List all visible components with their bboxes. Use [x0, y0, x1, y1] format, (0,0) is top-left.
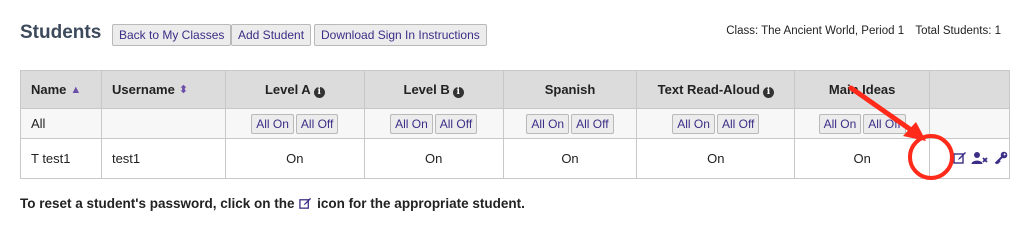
column-label: Level B — [403, 81, 450, 97]
column-label: Name — [31, 82, 67, 97]
column-header-spanish: Spanish — [502, 70, 638, 109]
student-main-ideas: On — [794, 138, 931, 179]
tts-all-off-button[interactable]: All Off — [716, 113, 760, 134]
column-label: Spanish — [544, 82, 596, 97]
password-reset-help: To reset a student's password, click on … — [20, 196, 525, 213]
main-ideas-all-on-button[interactable]: All On — [818, 113, 862, 134]
column-label: Text Read-Aloud — [657, 81, 760, 97]
table-header-row: Name ▲ Username ⬍ Level Ai Level Bi Spanis… — [20, 70, 1010, 109]
student-level-b: On — [363, 138, 504, 179]
add-student-button[interactable]: Add Student — [231, 24, 312, 46]
empty-cell — [929, 108, 1010, 139]
column-header-username[interactable]: Username ⬍ — [100, 70, 226, 109]
student-level-a: On — [224, 138, 365, 179]
sort-both-icon[interactable]: ⬍ — [179, 84, 188, 96]
column-header-main-ideas: Main Ideas — [794, 70, 931, 109]
level-a-all-off-button[interactable]: All Off — [295, 113, 339, 134]
student-name: T test1 — [20, 138, 102, 179]
key-icon[interactable] — [992, 149, 1010, 167]
page-title: Students — [20, 22, 102, 43]
edit-icon — [299, 197, 312, 213]
spanish-all-on-button[interactable]: All On — [526, 113, 570, 134]
student-username: test1 — [100, 138, 226, 179]
column-label: Level A — [264, 81, 311, 97]
student-spanish: On — [502, 138, 638, 179]
spanish-toggles: All On All Off — [502, 108, 638, 139]
column-label: Main Ideas — [828, 82, 896, 97]
sort-asc-icon[interactable]: ▲ — [70, 84, 81, 96]
level-b-all-on-button[interactable]: All On — [390, 113, 433, 134]
level-b-all-off-button[interactable]: All Off — [434, 113, 478, 134]
info-icon[interactable]: i — [313, 86, 325, 98]
column-label: Username — [111, 82, 175, 97]
help-text-before: To reset a student's password, click on … — [20, 196, 295, 211]
remove-user-icon[interactable] — [970, 149, 988, 167]
student-actions — [929, 138, 1010, 179]
class-info: Class: The Ancient World, Period 1 Total… — [726, 25, 1001, 37]
level-a-all-on-button[interactable]: All On — [251, 113, 294, 134]
all-label: All — [20, 108, 102, 139]
help-text-after: icon for the appropriate student. — [317, 196, 525, 211]
student-text-read-aloud: On — [636, 138, 796, 179]
edit-icon[interactable] — [951, 149, 969, 167]
info-icon[interactable]: i — [452, 86, 464, 98]
main-ideas-all-off-button[interactable]: All Off — [863, 113, 906, 134]
info-icon[interactable]: i — [762, 86, 774, 98]
table-row: T test1 test1 On On On On On — [20, 138, 1010, 179]
level-a-toggles: All On All Off — [224, 108, 365, 139]
back-to-classes-button[interactable]: Back to My Classes — [112, 24, 232, 46]
column-header-actions — [929, 70, 1010, 109]
column-header-name[interactable]: Name ▲ — [20, 70, 102, 109]
text-read-aloud-toggles: All On All Off — [636, 108, 796, 139]
students-table: Name ▲ Username ⬍ Level Ai Level Bi Spanis… — [20, 70, 1010, 179]
download-instructions-button[interactable]: Download Sign In Instructions — [314, 24, 487, 46]
total-students: Total Students: 1 — [915, 25, 1001, 37]
column-header-level-a: Level Ai — [224, 70, 365, 109]
main-ideas-toggles: All On All Off — [794, 108, 931, 139]
empty-cell — [100, 108, 226, 139]
class-label: Class: The Ancient World, Period 1 — [726, 25, 905, 37]
column-header-level-b: Level Bi — [363, 70, 504, 109]
spanish-all-off-button[interactable]: All Off — [571, 113, 614, 134]
level-b-toggles: All On All Off — [363, 108, 504, 139]
all-toggle-row: All All On All Off All On All Off All On Al… — [20, 108, 1010, 139]
tts-all-on-button[interactable]: All On — [672, 113, 715, 134]
column-header-text-read-aloud: Text Read-Aloud i — [636, 70, 796, 109]
